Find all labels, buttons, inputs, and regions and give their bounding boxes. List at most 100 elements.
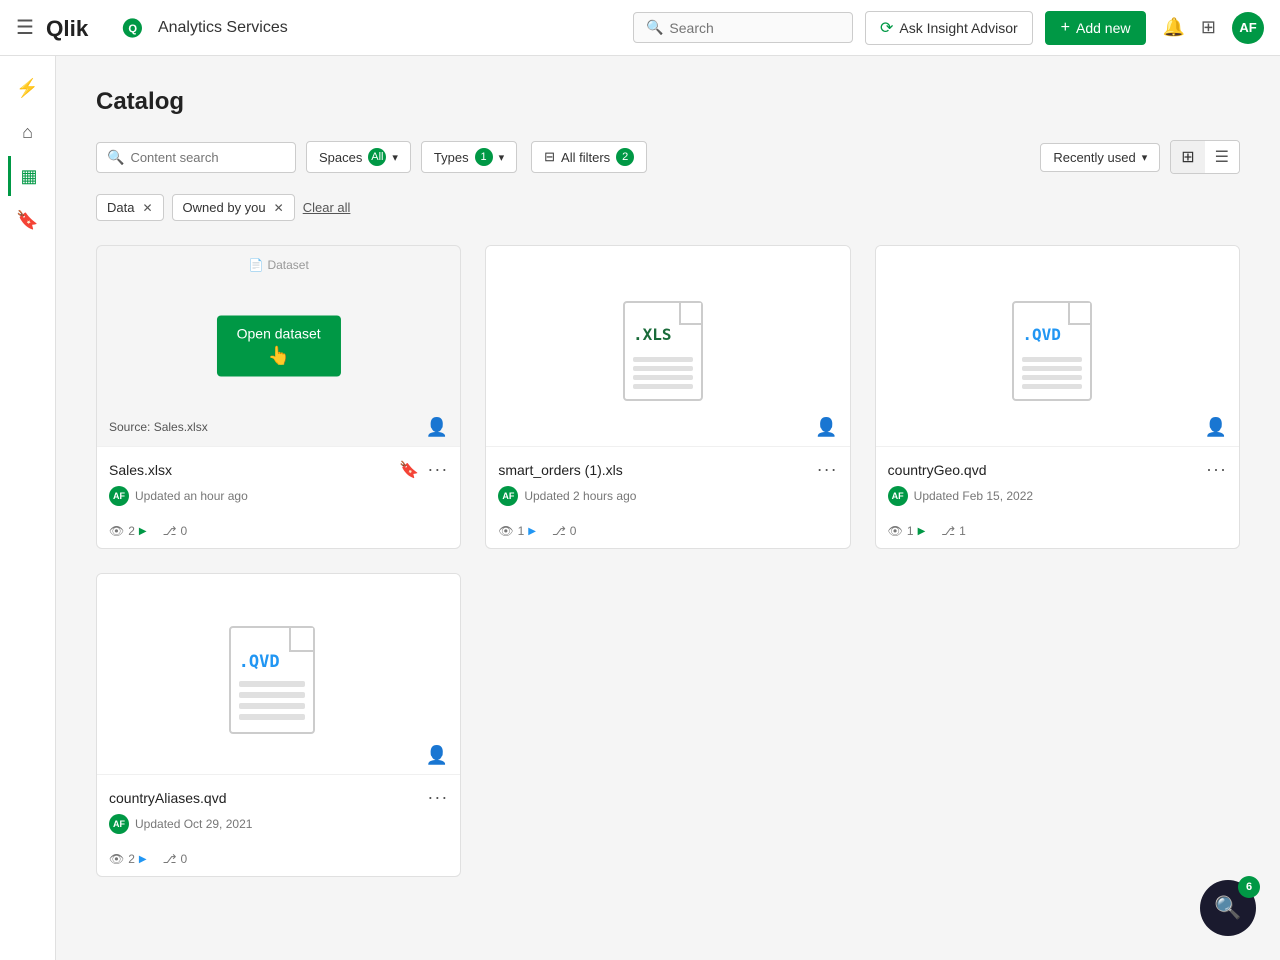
card-actions: ··· xyxy=(1206,459,1227,480)
card-footer-sales: Sales.xlsx 🔖 ··· AF Updated an hour ago xyxy=(97,446,460,518)
sidebar-item-bookmarks[interactable]: 🔖 xyxy=(8,200,48,240)
floating-search-badge[interactable]: 6 🔍 xyxy=(1200,880,1256,936)
card-meta: AF Updated Feb 15, 2022 xyxy=(888,486,1227,506)
bookmarks-icon: 🔖 xyxy=(16,210,38,231)
card-actions: ··· xyxy=(817,459,838,480)
page-title: Catalog xyxy=(96,88,1240,116)
views-stat: 👁 2 ▶ xyxy=(109,524,147,538)
card-footer-geo: countryGeo.qvd ··· AF Updated Feb 15, 20… xyxy=(876,446,1239,518)
file-icon-xls: .XLS xyxy=(623,291,713,401)
apps-grid-icon[interactable]: ⊞ xyxy=(1201,17,1216,38)
logo: Qlik Q xyxy=(46,12,142,44)
sidebar: ⚡ ⌂ ▦ 🔖 xyxy=(0,56,56,960)
topnav-icons: 🔔 ⊞ AF xyxy=(1162,12,1264,44)
types-badge: 1 xyxy=(475,148,493,166)
more-options-icon[interactable]: ··· xyxy=(427,459,448,480)
card-actions: ··· xyxy=(427,787,448,808)
search-box[interactable]: 🔍 xyxy=(633,12,853,43)
view-toggle: ⊞ ☰ xyxy=(1170,140,1240,174)
card-smart-orders: .XLS 👤 smart_orders (1).xls · xyxy=(485,245,850,549)
analytics-icon: ⚡ xyxy=(16,78,38,99)
card-avatar: AF xyxy=(109,814,129,834)
card-stats: 👁 2 ▶ ⎇ 0 xyxy=(97,846,460,876)
home-icon: ⌂ xyxy=(22,122,33,143)
file-icon-qvd: .QVD xyxy=(1012,291,1102,401)
spaces-filter-button[interactable]: Spaces All ▾ xyxy=(306,141,411,173)
floating-badge-count: 6 xyxy=(1238,876,1260,898)
card-stats: 👁 1 ▶ ⎇ 1 xyxy=(876,518,1239,548)
main-content: Catalog 🔍 Spaces All ▾ Types 1 ▾ ⊟ All f… xyxy=(56,56,1280,960)
views-stat: 👁 1 ▶ xyxy=(498,524,536,538)
card-avatar: AF xyxy=(498,486,518,506)
svg-text:Q: Q xyxy=(128,23,137,35)
add-new-button[interactable]: + Add new xyxy=(1045,11,1147,45)
card-preview-sales[interactable]: 📄 Dataset Open dataset 👆 Source: Sales.x… xyxy=(97,246,460,446)
types-chevron-icon: ▾ xyxy=(499,151,505,164)
more-options-icon[interactable]: ··· xyxy=(1206,459,1227,480)
remove-data-filter[interactable]: ✕ xyxy=(142,201,152,215)
sidebar-item-catalog[interactable]: ▦ xyxy=(8,156,48,196)
card-user-icon: 👤 xyxy=(426,417,448,438)
filter-search-icon: 🔍 xyxy=(107,149,124,166)
notifications-icon[interactable]: 🔔 xyxy=(1162,17,1184,38)
transfers-stat: ⎇ 0 xyxy=(163,524,188,538)
card-meta: AF Updated Oct 29, 2021 xyxy=(109,814,448,834)
data-filter-tag: Data ✕ xyxy=(96,194,164,221)
bookmark-icon[interactable]: 🔖 xyxy=(399,460,419,480)
transfers-stat: ⎇ 0 xyxy=(552,524,577,538)
card-avatar: AF xyxy=(109,486,129,506)
remove-owned-filter[interactable]: ✕ xyxy=(274,201,284,215)
avatar[interactable]: AF xyxy=(1232,12,1264,44)
views-stat: 👁 1 ▶ xyxy=(888,524,926,538)
open-dataset-button[interactable]: Open dataset 👆 xyxy=(217,316,341,377)
card-preview-aliases[interactable]: .QVD 👤 xyxy=(97,574,460,774)
cursor-icon: 👆 xyxy=(267,346,289,367)
card-grid: 📄 Dataset Open dataset 👆 Source: Sales.x… xyxy=(96,245,1240,877)
card-country-aliases: .QVD 👤 countryAliases.qvd ··· xyxy=(96,573,461,877)
card-stats: 👁 1 ▶ ⎇ 0 xyxy=(486,518,849,548)
list-view-button[interactable]: ☰ xyxy=(1205,141,1239,173)
search-icon: 🔍 xyxy=(646,19,663,36)
more-options-icon[interactable]: ··· xyxy=(427,787,448,808)
card-name: countryAliases.qvd xyxy=(109,790,227,806)
search-input[interactable] xyxy=(669,20,840,36)
card-footer-aliases: countryAliases.qvd ··· AF Updated Oct 29… xyxy=(97,774,460,846)
floating-search-icon: 🔍 xyxy=(1214,895,1241,921)
views-arrow-icon: ▶ xyxy=(139,854,147,865)
all-filters-button[interactable]: ⊟ All filters 2 xyxy=(531,141,647,173)
file-icon-qvd-large: .QVD xyxy=(229,614,329,734)
dataset-icon: 📄 xyxy=(249,258,264,272)
grid-view-button[interactable]: ⊞ xyxy=(1171,141,1204,173)
card-name: smart_orders (1).xls xyxy=(498,462,622,478)
transfers-stat: ⎇ 1 xyxy=(941,524,966,538)
filter-icon: ⊟ xyxy=(544,149,555,165)
topnav: ☰ Qlik Q Analytics Services 🔍 ⟳ Ask Insi… xyxy=(0,0,1280,56)
active-filters: Data ✕ Owned by you ✕ Clear all xyxy=(96,194,1240,221)
svg-text:Qlik: Qlik xyxy=(46,16,89,41)
spaces-chevron-icon: ▾ xyxy=(392,151,398,164)
views-arrow-icon: ▶ xyxy=(139,526,147,537)
sidebar-item-analytics[interactable]: ⚡ xyxy=(8,68,48,108)
card-preview-smart[interactable]: .XLS 👤 xyxy=(486,246,849,446)
views-stat: 👁 2 ▶ xyxy=(109,852,147,866)
sidebar-item-home[interactable]: ⌂ xyxy=(8,112,48,152)
menu-icon[interactable]: ☰ xyxy=(16,15,34,40)
views-arrow-icon: ▶ xyxy=(918,526,926,537)
catalog-icon: ▦ xyxy=(20,166,37,187)
spaces-badge: All xyxy=(368,148,386,166)
ask-insight-advisor-button[interactable]: ⟳ Ask Insight Advisor xyxy=(865,11,1033,45)
card-country-geo: .QVD 👤 countryGeo.qvd ··· xyxy=(875,245,1240,549)
transfers-stat: ⎇ 0 xyxy=(163,852,188,866)
card-name: Sales.xlsx xyxy=(109,462,172,478)
card-preview-geo[interactable]: .QVD 👤 xyxy=(876,246,1239,446)
clear-all-button[interactable]: Clear all xyxy=(303,200,351,215)
content-search-input[interactable] xyxy=(130,150,285,165)
allfilters-badge: 2 xyxy=(616,148,634,166)
insight-advisor-icon: ⟳ xyxy=(880,18,893,38)
content-search-box[interactable]: 🔍 xyxy=(96,142,296,173)
filter-bar: 🔍 Spaces All ▾ Types 1 ▾ ⊟ All filters 2… xyxy=(96,140,1240,174)
types-filter-button[interactable]: Types 1 ▾ xyxy=(421,141,517,173)
sort-button[interactable]: Recently used ▾ xyxy=(1040,143,1160,172)
card-source: Source: Sales.xlsx xyxy=(109,420,208,434)
more-options-icon[interactable]: ··· xyxy=(817,459,838,480)
